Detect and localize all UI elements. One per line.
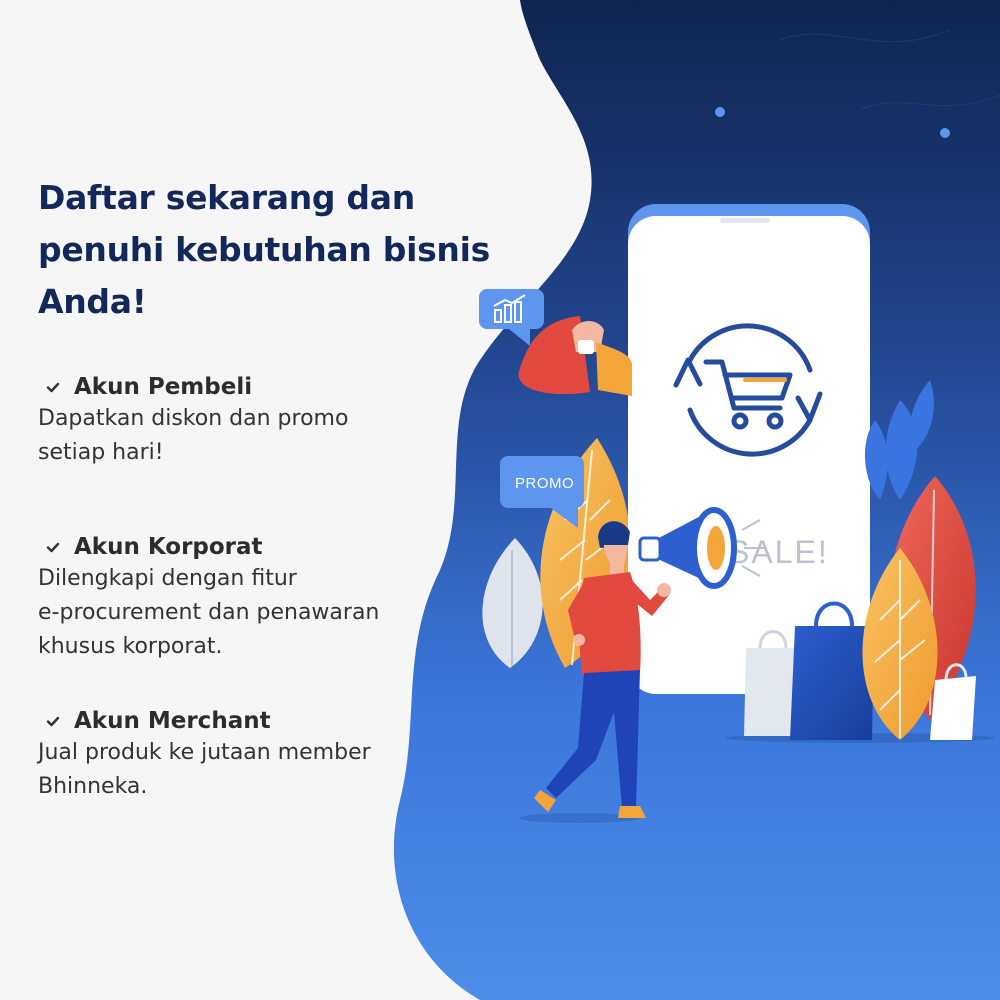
signup-benefits: Daftar sekarang dan penuhi kebutuhan bis… — [38, 172, 508, 799]
benefit-title: Akun Pembeli — [74, 374, 253, 400]
check-icon — [46, 382, 60, 393]
benefit-item-merchant: Akun Merchant Jual produk ke jutaan memb… — [38, 706, 508, 804]
headline: Daftar sekarang dan penuhi kebutuhan bis… — [38, 178, 490, 321]
benefit-description: Dilengkapi dengan fitur e-procurement da… — [38, 566, 380, 659]
benefit-title: Akun Merchant — [74, 708, 271, 734]
benefit-description: Dapatkan diskon dan promo setiap hari! — [38, 406, 349, 465]
benefit-item-pembeli: Akun Pembeli Dapatkan diskon dan promo s… — [38, 372, 508, 470]
check-icon — [46, 542, 60, 553]
benefit-item-korporat: Akun Korporat Dilengkapi dengan fitur e-… — [38, 532, 508, 664]
benefit-title: Akun Korporat — [74, 534, 263, 560]
check-icon — [46, 716, 60, 727]
promo-text: PROMO — [515, 475, 574, 492]
smartphone — [628, 204, 870, 694]
star-dot — [940, 128, 950, 138]
benefit-description: Jual produk ke jutaan member Bhinneka. — [38, 740, 371, 799]
sale-text: SALE! — [728, 534, 829, 570]
hero-illustration: SALE! PROMO — [393, 0, 1000, 1000]
star-dot — [715, 107, 725, 117]
